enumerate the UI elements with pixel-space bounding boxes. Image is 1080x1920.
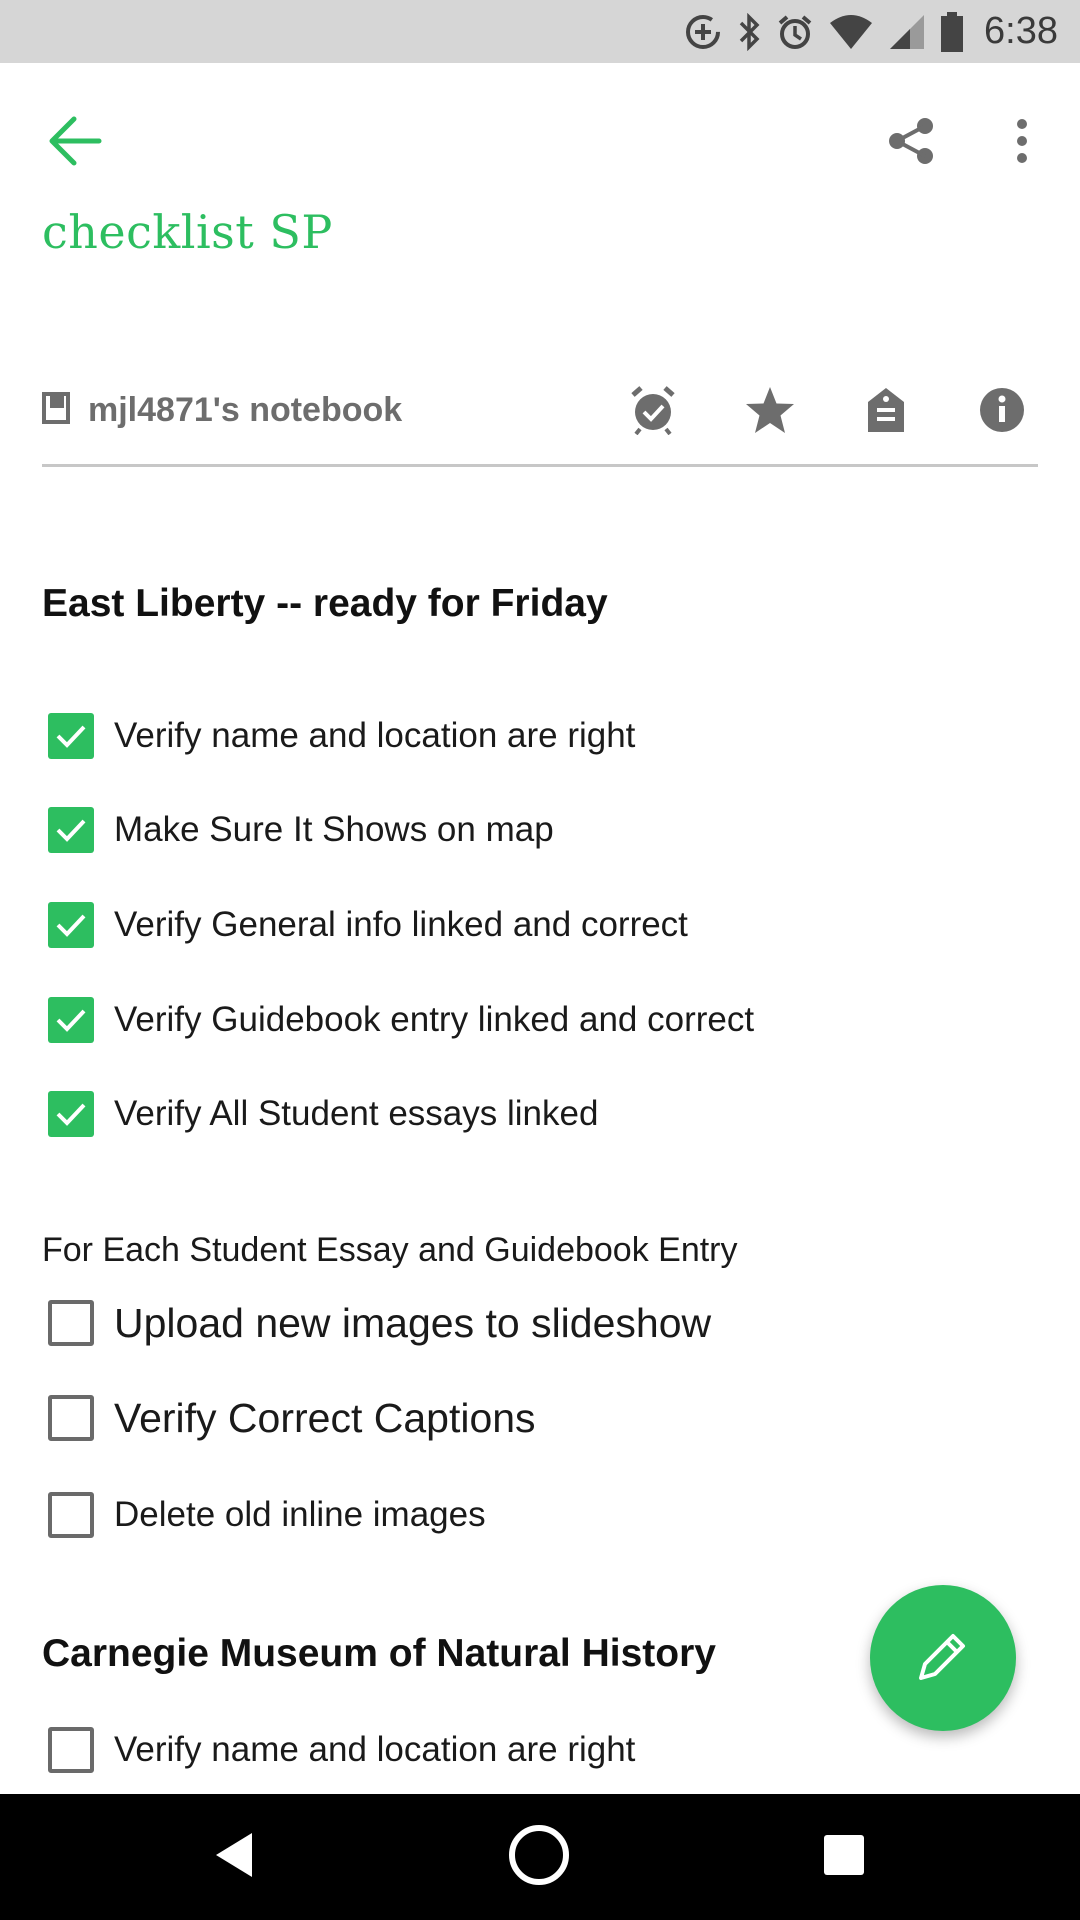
wifi-icon: [828, 13, 874, 51]
checklist-item[interactable]: Verify Correct Captions: [48, 1388, 536, 1448]
status-icons: 6:38: [684, 0, 1058, 63]
pencil-icon: [913, 1626, 973, 1691]
tag-button[interactable]: [858, 384, 914, 440]
back-button[interactable]: [32, 101, 116, 185]
checkbox-checked[interactable]: [48, 902, 94, 948]
alarm-icon: [776, 13, 814, 51]
checklist-item-label: Verify All Student essays linked: [114, 1094, 599, 1133]
nav-recents-button[interactable]: [774, 1794, 914, 1920]
checklist-item[interactable]: Verify General info linked and correct: [48, 895, 688, 955]
overflow-menu-button[interactable]: [980, 101, 1064, 185]
status-bar: 6:38: [0, 0, 1080, 63]
more-vert-icon: [1016, 118, 1028, 169]
checkbox-checked[interactable]: [48, 807, 94, 853]
checklist-item[interactable]: Verify Guidebook entry linked and correc…: [48, 990, 754, 1050]
battery-icon: [940, 11, 964, 52]
back-triangle-icon: [212, 1831, 256, 1884]
checklist-item-label: Verify Correct Captions: [114, 1394, 536, 1441]
note-meta-row: mjl4871's notebook: [42, 370, 1038, 467]
status-time: 6:38: [984, 10, 1058, 52]
nav-back-button[interactable]: [164, 1794, 304, 1920]
nav-home-button[interactable]: [469, 1794, 609, 1920]
checklist-item-label: Verify Guidebook entry linked and correc…: [114, 1000, 755, 1039]
checkbox-checked[interactable]: [48, 997, 94, 1043]
notebook-name: mjl4871's notebook: [88, 390, 403, 429]
share-icon: [887, 117, 937, 170]
app-bar: [0, 63, 1080, 213]
edit-fab-button[interactable]: [870, 1585, 1016, 1731]
share-button[interactable]: [870, 101, 954, 185]
checklist-item-label: Upload new images to slideshow: [114, 1299, 712, 1346]
star-icon: [744, 385, 796, 440]
subheading-text: For Each Student Essay and Guidebook Ent…: [42, 1231, 738, 1269]
checkbox-checked[interactable]: [48, 1091, 94, 1137]
checklist-item[interactable]: Upload new images to slideshow: [48, 1293, 711, 1353]
checkbox-unchecked[interactable]: [48, 1727, 94, 1773]
checkbox-unchecked[interactable]: [48, 1395, 94, 1441]
reminder-icon: [628, 385, 678, 440]
checkbox-unchecked[interactable]: [48, 1492, 94, 1538]
arrow-back-icon: [45, 114, 103, 173]
checklist-item[interactable]: Verify All Student essays linked: [48, 1084, 598, 1144]
data-saver-icon: [684, 13, 722, 51]
checklist-item-label: Make Sure It Shows on map: [114, 810, 554, 849]
checklist-item[interactable]: Verify name and location are right: [48, 706, 635, 766]
checkbox-unchecked[interactable]: [48, 1300, 94, 1346]
checklist-item[interactable]: Delete old inline images: [48, 1485, 486, 1545]
notebook-icon: [42, 391, 70, 429]
section-heading: Carnegie Museum of Natural History: [42, 1632, 716, 1675]
bluetooth-icon: [736, 12, 762, 51]
checklist-item-label: Verify General info linked and correct: [114, 905, 688, 944]
checkbox-checked[interactable]: [48, 713, 94, 759]
notebook-selector[interactable]: mjl4871's notebook: [42, 380, 402, 440]
shortcut-button[interactable]: [742, 384, 798, 440]
info-button[interactable]: [974, 384, 1030, 440]
note-title[interactable]: checklist SP: [42, 205, 333, 259]
checklist-item-label: Delete old inline images: [114, 1495, 486, 1534]
section-heading: East Liberty -- ready for Friday: [42, 582, 608, 625]
signal-icon: [888, 13, 926, 51]
checklist-item[interactable]: Make Sure It Shows on map: [48, 800, 554, 860]
recents-square-icon: [824, 1834, 864, 1880]
checklist-item-label: Verify name and location are right: [114, 1730, 636, 1769]
home-circle-icon: [508, 1824, 570, 1891]
tag-icon: [866, 386, 906, 439]
system-nav-bar: [0, 1794, 1080, 1920]
checklist-item-label: Verify name and location are right: [114, 716, 636, 755]
reminder-button[interactable]: [625, 384, 681, 440]
checklist-item[interactable]: Verify name and location are right: [48, 1720, 635, 1780]
info-icon: [978, 386, 1026, 439]
